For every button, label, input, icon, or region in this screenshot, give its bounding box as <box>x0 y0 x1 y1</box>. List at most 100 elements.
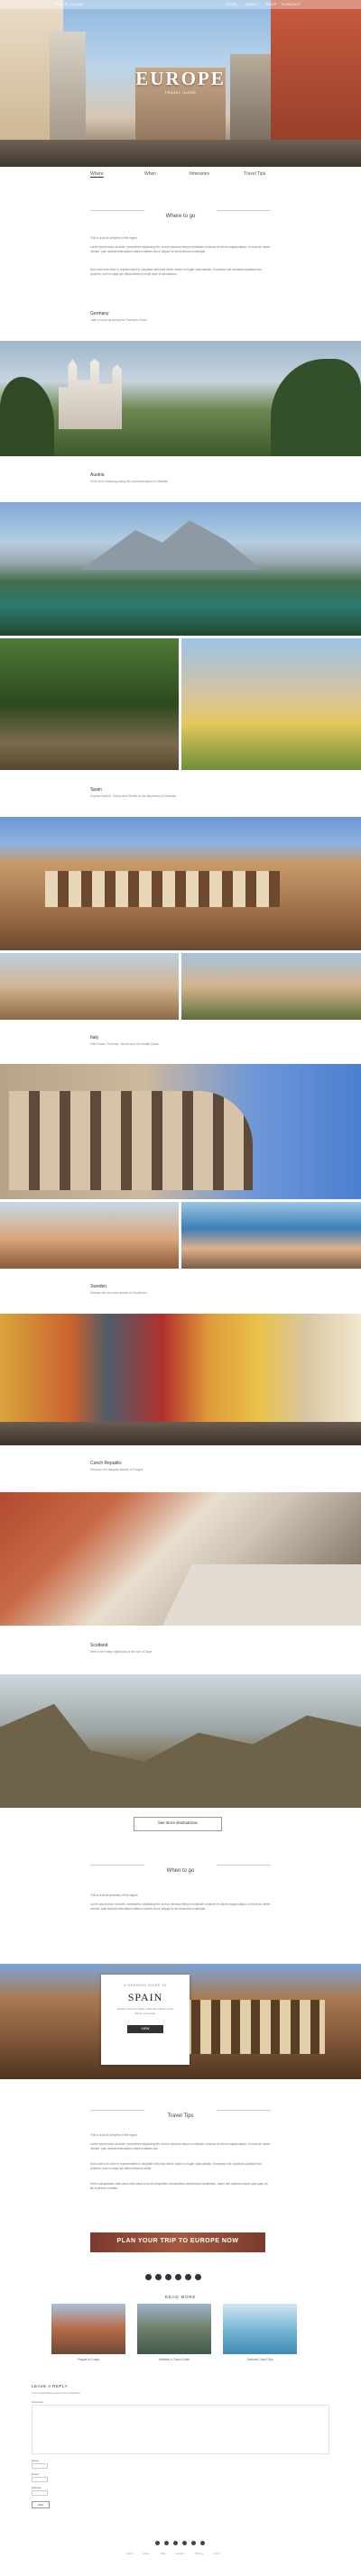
footer-facebook-icon[interactable] <box>155 2541 160 2545</box>
tips-para-1: This is a short overview of the region. <box>90 2133 138 2137</box>
travel-tips-heading-row: Travel Tips <box>0 2105 361 2119</box>
footer-link-contact[interactable]: Contact <box>175 2552 184 2555</box>
divider <box>217 2110 271 2111</box>
footer-social-icons <box>155 2541 206 2546</box>
social-icons <box>145 2274 212 2281</box>
footer-link-about[interactable]: About <box>143 2552 149 2555</box>
hero-subtitle: TRAVEL GUIDE <box>164 90 197 95</box>
photo-amalfi-coast <box>181 1202 361 1269</box>
hero-title: EUROPE <box>135 68 226 89</box>
website-label: Website <box>32 2486 42 2489</box>
arcade-shape <box>45 871 280 907</box>
where-intro-2: Lorem ipsum dolor sit amet, consectetur … <box>90 245 271 253</box>
read-more-caption-hallstatt[interactable]: Hallstatt: A Travel Guide <box>137 2358 211 2361</box>
country-sub-sweden: Wander the old town streets of Stockholm <box>90 1291 147 1295</box>
travel-tips-heading: Travel Tips <box>163 2113 198 2119</box>
photo-alhambra <box>181 953 361 1020</box>
photo-alpine-lake <box>0 502 361 636</box>
tips-para-2: Lorem ipsum dolor sit amet, consectetur … <box>90 2142 271 2150</box>
hero-banner: TRAVEL GUIDE HOME ABOUT SHOP CONTACT EUR… <box>0 0 361 167</box>
photo-colosseum <box>0 1064 361 1199</box>
instagram-icon[interactable] <box>175 2274 181 2280</box>
top-bar-link-shop[interactable]: SHOP <box>265 2 277 6</box>
country-sub-spain: Explore Madrid, Toledo and Seville to th… <box>90 794 176 798</box>
forest-right <box>271 359 361 456</box>
when-to-go-heading: When to go <box>162 1868 199 1874</box>
photo-spanish-courtyard <box>0 817 361 950</box>
country-sub-czech: Discover the fairytale streets of Prague <box>90 1468 143 1471</box>
photo-forest-path <box>0 638 179 770</box>
footer-rss-icon[interactable] <box>200 2541 205 2545</box>
when-intro-2: Lorem ipsum dolor sit amet, consectetur … <box>90 1902 271 1911</box>
feature-arcade <box>180 2000 325 2054</box>
top-bar-link-home[interactable]: HOME <box>226 2 237 6</box>
hero-street <box>0 140 361 167</box>
read-more-thumb-prague[interactable] <box>51 2304 125 2354</box>
footer-email-icon[interactable] <box>191 2541 196 2545</box>
facebook-icon[interactable] <box>145 2274 152 2280</box>
nav-where[interactable]: Where <box>90 171 104 178</box>
comment-textarea[interactable] <box>32 2405 329 2454</box>
read-more-caption-santorini[interactable]: Santorini Travel Tips <box>223 2358 297 2361</box>
photo-stockholm-square <box>0 1314 361 1445</box>
country-title-sweden: Sweden <box>90 1284 107 1289</box>
where-intro-1: This is a short overview of the region. <box>90 236 138 240</box>
read-more-thumb-hallstatt[interactable] <box>137 2304 211 2354</box>
plan-trip-banner[interactable]: PLAN YOUR TRIP TO EUROPE NOW <box>90 2232 265 2252</box>
photo-neuschwanstein <box>0 341 361 456</box>
country-sub-scotland: Hike in the misty highlands of the Isle … <box>90 1650 153 1654</box>
when-intro-1: This is a short summary of the region. <box>90 1893 139 1897</box>
post-comment-button[interactable]: Post <box>32 2501 50 2508</box>
website-field[interactable] <box>32 2490 48 2496</box>
country-title-spain: Spain <box>90 787 102 793</box>
top-bar: TRAVEL GUIDE HOME ABOUT SHOP CONTACT <box>0 0 361 9</box>
card-body: Explore the best sights, food and cultur… <box>117 2007 173 2015</box>
card-view-button[interactable]: VIEW <box>127 2025 163 2033</box>
castle-shape <box>59 359 122 429</box>
footer-link-shop[interactable]: Shop <box>161 2552 167 2555</box>
country-sub-germany: Take a road trip along the Romantic Road <box>90 318 147 322</box>
nav-travel-tips[interactable]: Travel Tips <box>244 171 265 177</box>
share-icon[interactable] <box>195 2274 201 2280</box>
photo-prague-square <box>0 1492 361 1626</box>
photo-mirabell-garden <box>181 638 361 770</box>
divider <box>90 2110 144 2111</box>
see-more-destinations-button[interactable]: See more destinations <box>134 1817 222 1831</box>
street-crowd <box>0 1422 361 1445</box>
country-title-austria: Austria <box>90 472 105 478</box>
country-title-czech: Czech Republic <box>90 1461 123 1466</box>
footer-twitter-icon[interactable] <box>164 2541 169 2545</box>
square-plaza <box>162 1564 361 1626</box>
footer-link-privacy[interactable]: Privacy <box>195 2552 203 2555</box>
colosseum-arches <box>9 1091 253 1190</box>
plan-trip-banner-text: PLAN YOUR TRIP TO EUROPE NOW <box>116 2238 239 2244</box>
name-label: Name <box>32 2459 40 2462</box>
top-bar-link-contact[interactable]: CONTACT <box>282 2 301 6</box>
top-bar-link-about[interactable]: ABOUT <box>245 2 259 6</box>
twitter-icon[interactable] <box>155 2274 162 2280</box>
email-field[interactable] <box>32 2477 48 2482</box>
pinterest-icon[interactable] <box>165 2274 171 2280</box>
nav-itineraries[interactable]: Itineraries <box>190 171 209 177</box>
when-to-go-heading-row: When to go <box>0 1860 361 1874</box>
footer-instagram-icon[interactable] <box>182 2541 187 2545</box>
where-to-go-heading: Where to go <box>162 214 199 219</box>
photo-toledo <box>0 953 179 1020</box>
name-field[interactable] <box>32 2463 48 2469</box>
nav-when[interactable]: When <box>144 171 156 177</box>
ridge-shape <box>0 1703 361 1808</box>
footer-links: Home About Shop Contact Privacy Terms <box>126 2552 235 2557</box>
leave-reply-heading: LEAVE A REPLY <box>32 2384 69 2388</box>
email-icon[interactable] <box>185 2274 191 2280</box>
leave-reply-note: Your email address will not be published… <box>32 2391 81 2395</box>
footer-link-terms[interactable]: Terms <box>213 2552 220 2555</box>
read-more-heading: READ MORE <box>164 2295 197 2299</box>
email-label: Email <box>32 2472 39 2476</box>
forest-left <box>0 377 54 456</box>
tips-para-3: Duis aute irure dolor in reprehenderit i… <box>90 2162 262 2170</box>
read-more-thumb-santorini[interactable] <box>223 2304 297 2354</box>
footer-link-home[interactable]: Home <box>126 2552 133 2555</box>
comment-label: Comment <box>32 2400 44 2404</box>
read-more-caption-prague[interactable]: Prague in 3 days <box>51 2358 125 2361</box>
footer-pinterest-icon[interactable] <box>173 2541 178 2545</box>
